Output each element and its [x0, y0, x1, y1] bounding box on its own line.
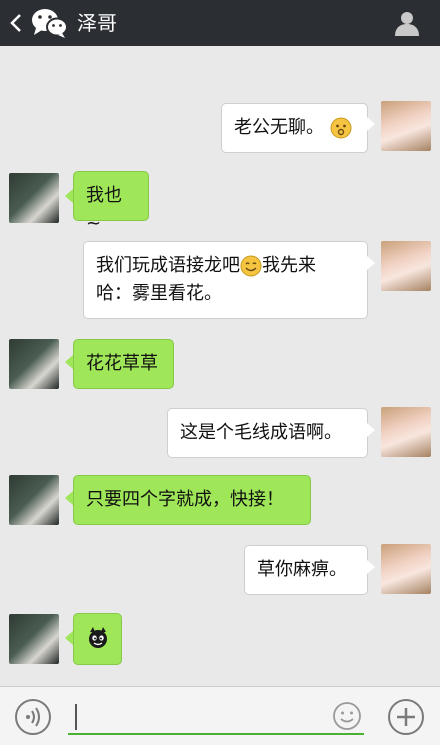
message-input[interactable] — [68, 697, 364, 735]
message-row — [0, 608, 440, 673]
input-bar — [0, 686, 440, 745]
person-icon[interactable] — [394, 10, 420, 36]
my-avatar[interactable] — [381, 407, 431, 457]
message-text: 草你麻痹。 — [257, 559, 347, 580]
plus-icon — [397, 708, 415, 726]
wechat-icon — [32, 9, 68, 38]
message-bubble[interactable] — [73, 613, 122, 665]
message-row: 我也~ — [0, 166, 440, 234]
message-text: 老公无聊。 — [234, 117, 324, 138]
friend-avatar[interactable] — [9, 614, 59, 664]
message-bubble[interactable]: 花花草草 — [73, 339, 174, 389]
message-bubble[interactable]: 这是个毛线成语啊。 — [167, 408, 368, 458]
message-row: 只要四个字就成，快接！ — [0, 471, 440, 531]
my-avatar[interactable] — [381, 241, 431, 291]
smiley-icon[interactable] — [332, 701, 362, 731]
message-text: 我先来 — [262, 255, 316, 276]
message-bubble[interactable]: 老公无聊。 — [221, 103, 368, 153]
friend-avatar[interactable] — [9, 475, 59, 525]
message-row: 草你麻痹。 — [0, 541, 440, 601]
smile-emoji-icon — [240, 255, 262, 277]
message-text: 我也~ — [86, 185, 122, 234]
message-row: 老公无聊。 — [0, 46, 440, 156]
message-bubble[interactable]: 我也~ — [73, 171, 149, 234]
page-title: 泽哥 — [77, 11, 117, 35]
message-bubble[interactable]: 只要四个字就成，快接！ — [73, 475, 311, 525]
message-bubble[interactable]: 我们玩成语接龙吧 我先来 哈：雾里看花。 — [83, 241, 368, 319]
voice-button[interactable] — [15, 699, 51, 735]
message-list: 老公无聊。 我也~ 我们玩成语接龙吧 我先来 哈：雾里看花。 花花草草 这是个毛… — [0, 46, 440, 686]
friend-avatar[interactable] — [9, 339, 59, 389]
sad-face-emoji-icon — [330, 117, 352, 139]
my-avatar[interactable] — [381, 544, 431, 594]
message-text: 我们玩成语接龙吧 — [96, 255, 240, 276]
message-text: 哈：雾里看花。 — [96, 283, 222, 304]
chevron-left-icon[interactable] — [8, 12, 24, 34]
message-row: 我们玩成语接龙吧 我先来 哈：雾里看花。 — [0, 236, 440, 326]
text-cursor — [75, 704, 77, 730]
devil-emoji-icon — [89, 627, 107, 648]
friend-avatar[interactable] — [9, 173, 59, 223]
plus-button[interactable] — [388, 699, 424, 735]
message-row: 这是个毛线成语啊。 — [0, 406, 440, 461]
my-avatar[interactable] — [381, 101, 431, 151]
chat-header: 泽哥 — [0, 0, 440, 46]
message-text: 花花草草 — [86, 353, 158, 374]
message-text: 这是个毛线成语啊。 — [180, 422, 342, 443]
message-text: 只要四个字就成，快接！ — [86, 489, 284, 510]
message-row: 花花草草 — [0, 336, 440, 396]
message-bubble[interactable]: 草你麻痹。 — [244, 545, 368, 595]
voice-icon — [26, 707, 40, 727]
